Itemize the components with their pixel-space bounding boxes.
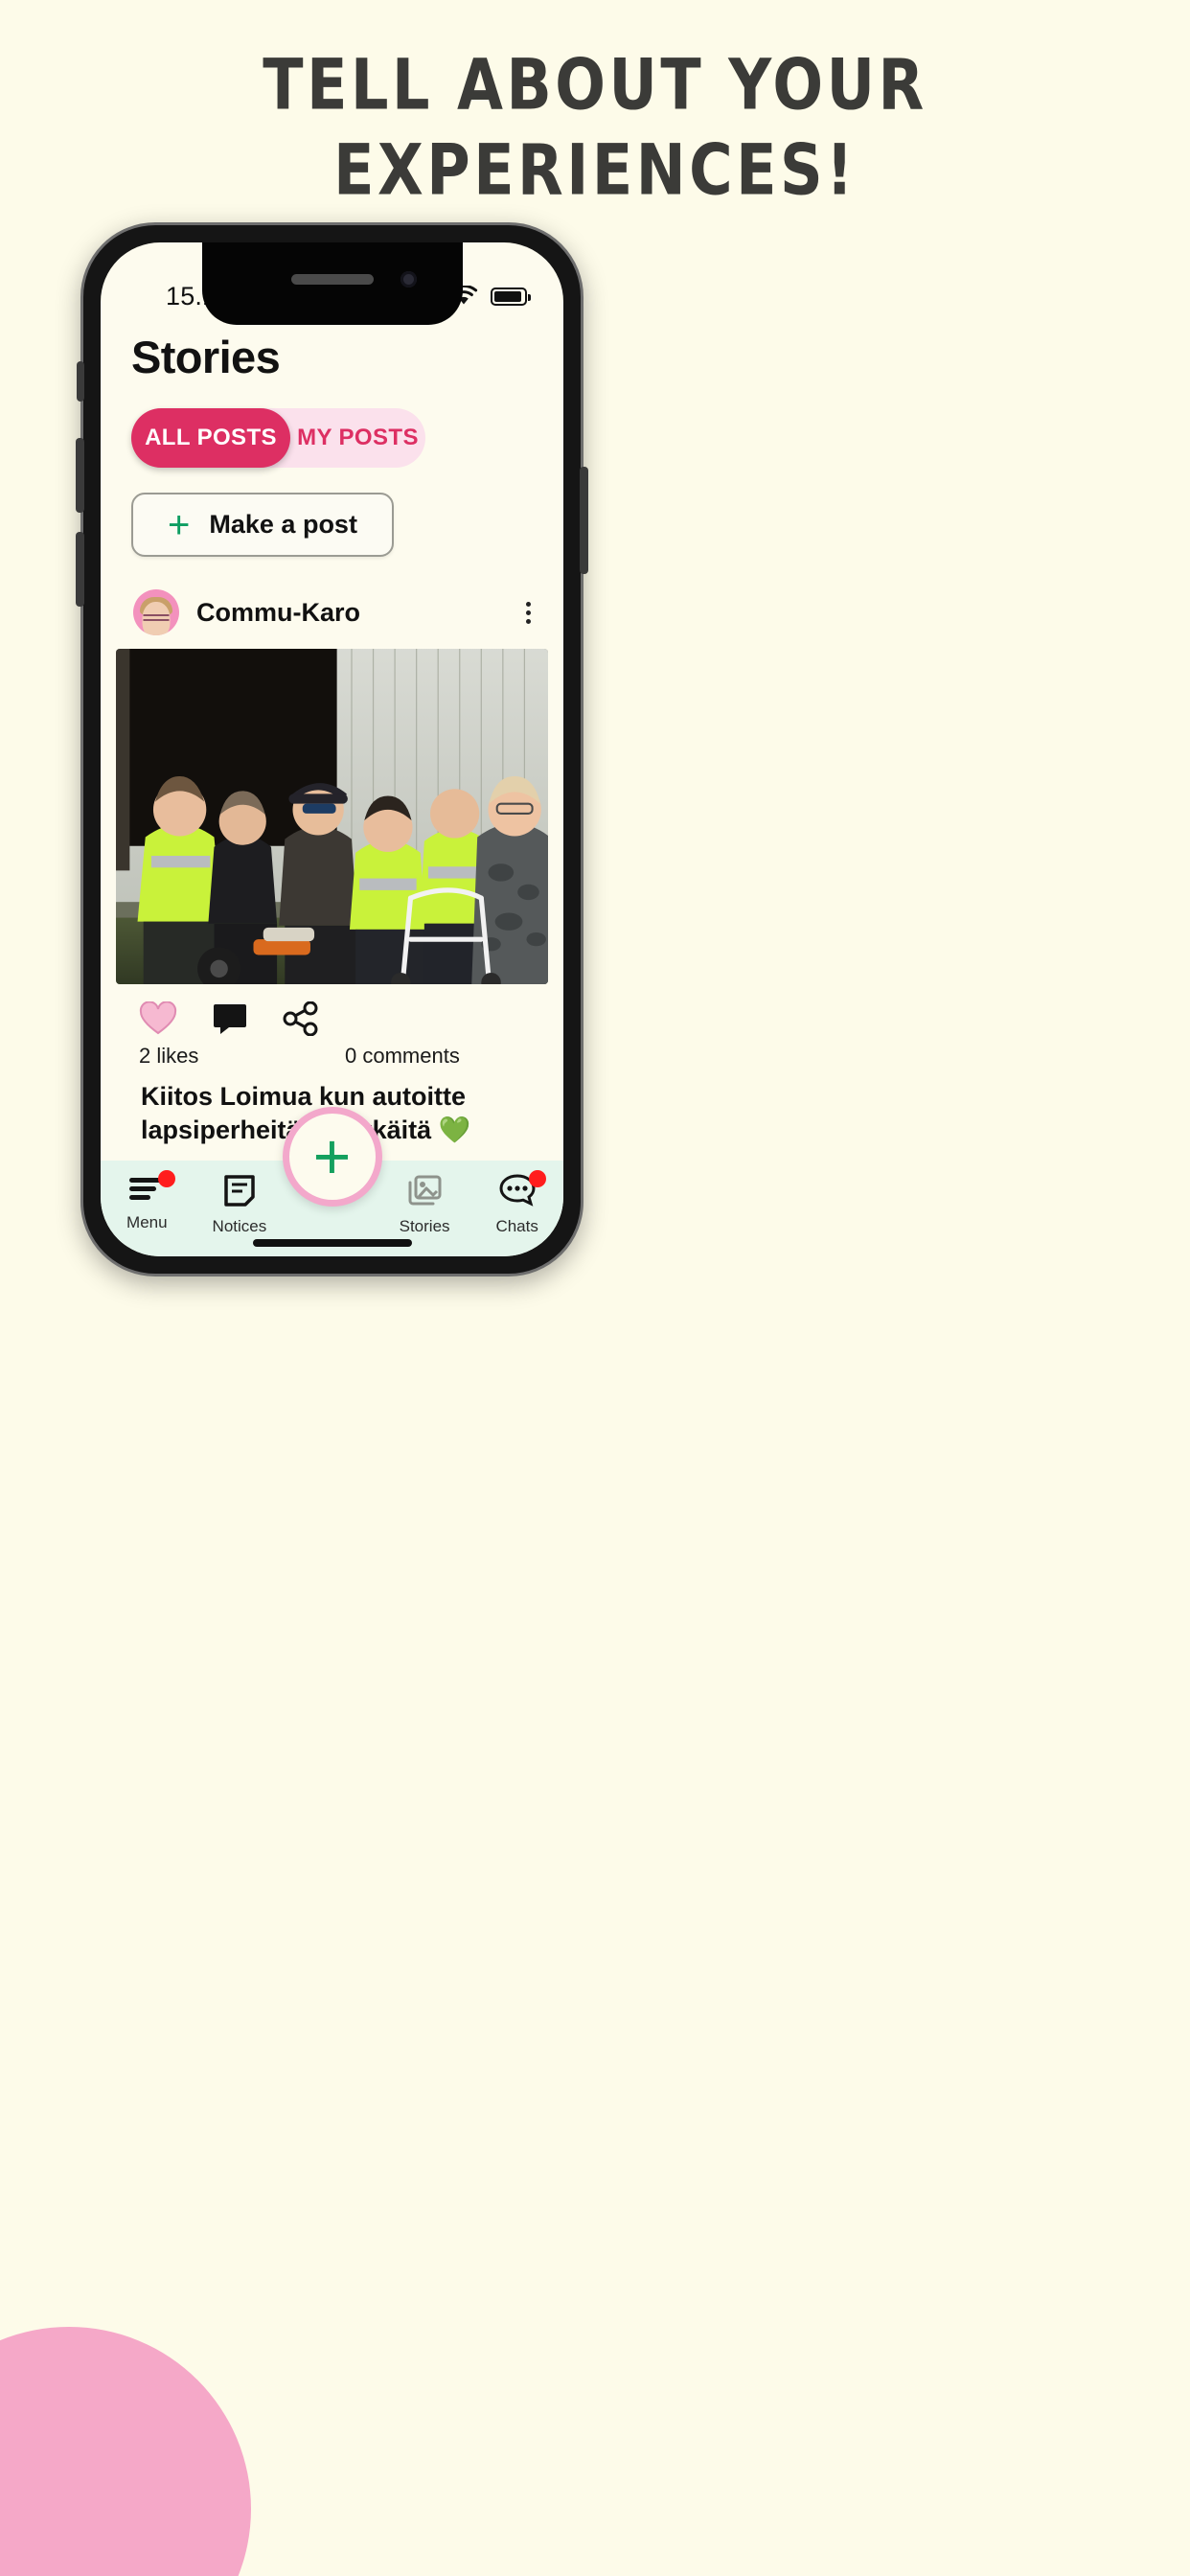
nav-label-stories: Stories <box>399 1217 450 1235</box>
tab-all-posts[interactable]: ALL POSTS <box>131 408 290 468</box>
phone-volume-down-button <box>76 532 84 607</box>
share-icon[interactable] <box>283 1001 319 1036</box>
create-post-fab[interactable]: + <box>282 1107 382 1207</box>
avatar[interactable] <box>133 589 179 635</box>
phone-body: 15.12 Stories ALL POSTS MY POSTS + Make … <box>76 222 588 1276</box>
post-header: Commu-Karo <box>101 589 563 635</box>
nav-item-notices[interactable]: Notices <box>194 1174 286 1236</box>
nav-item-menu[interactable]: Menu <box>101 1170 194 1232</box>
phone-screen: 15.12 Stories ALL POSTS MY POSTS + Make … <box>101 242 563 1256</box>
kebab-menu-icon[interactable] <box>522 596 535 630</box>
post-author-name[interactable]: Commu-Karo <box>196 598 360 628</box>
nav-label-chats: Chats <box>495 1217 538 1235</box>
earpiece-speaker <box>290 274 374 285</box>
avatar-glasses <box>143 614 170 621</box>
post-card: Commu-Karo 2 likes 0 comments Kiitos Loi… <box>101 589 563 1146</box>
phone-volume-up-button <box>76 438 84 513</box>
front-camera <box>400 271 417 288</box>
nav-item-stories[interactable]: Stories <box>378 1174 471 1236</box>
battery-icon <box>491 287 531 306</box>
plus-icon: + <box>312 1119 352 1193</box>
nav-label-notices: Notices <box>212 1217 267 1235</box>
phone-mute-switch <box>77 361 84 402</box>
chats-badge <box>528 1170 546 1187</box>
tab-my-posts-label: MY POSTS <box>297 425 419 450</box>
make-a-post-button[interactable]: + Make a post <box>131 493 394 557</box>
post-filter-tabs: ALL POSTS MY POSTS <box>131 408 425 468</box>
nav-label-menu: Menu <box>126 1213 168 1231</box>
note-icon <box>223 1174 256 1211</box>
make-a-post-label: Make a post <box>209 510 357 539</box>
post-image[interactable] <box>116 649 548 984</box>
tab-my-posts[interactable]: MY POSTS <box>290 408 425 468</box>
home-indicator <box>252 1239 412 1247</box>
likes-count: 2 likes <box>139 1044 199 1068</box>
page-title: TELL ABOUT YOUR EXPERIENCES! <box>0 43 1190 208</box>
heart-icon[interactable] <box>139 1001 177 1036</box>
headline-line-1: TELL ABOUT YOUR <box>263 43 927 126</box>
phone-notch <box>201 242 463 325</box>
menu-badge <box>158 1170 176 1187</box>
post-counts: 2 likes 0 comments <box>101 1036 563 1069</box>
plus-icon: + <box>168 503 191 546</box>
phone-mockup: 15.12 Stories ALL POSTS MY POSTS + Make … <box>76 222 588 1276</box>
post-caption-line-1: Kiitos Loimua kun autoitte <box>141 1082 467 1111</box>
image-icon <box>407 1174 442 1211</box>
nav-item-chats[interactable]: Chats <box>470 1170 563 1236</box>
tab-all-posts-label: ALL POSTS <box>145 425 277 450</box>
headline-line-2: EXPERIENCES! <box>333 128 857 212</box>
comment-icon[interactable] <box>212 1002 248 1035</box>
decorative-pink-circle <box>0 2327 251 2576</box>
phone-power-button <box>580 467 588 574</box>
post-actions <box>101 984 563 1036</box>
comments-count: 0 comments <box>345 1044 460 1068</box>
screen-title: Stories <box>131 332 281 382</box>
